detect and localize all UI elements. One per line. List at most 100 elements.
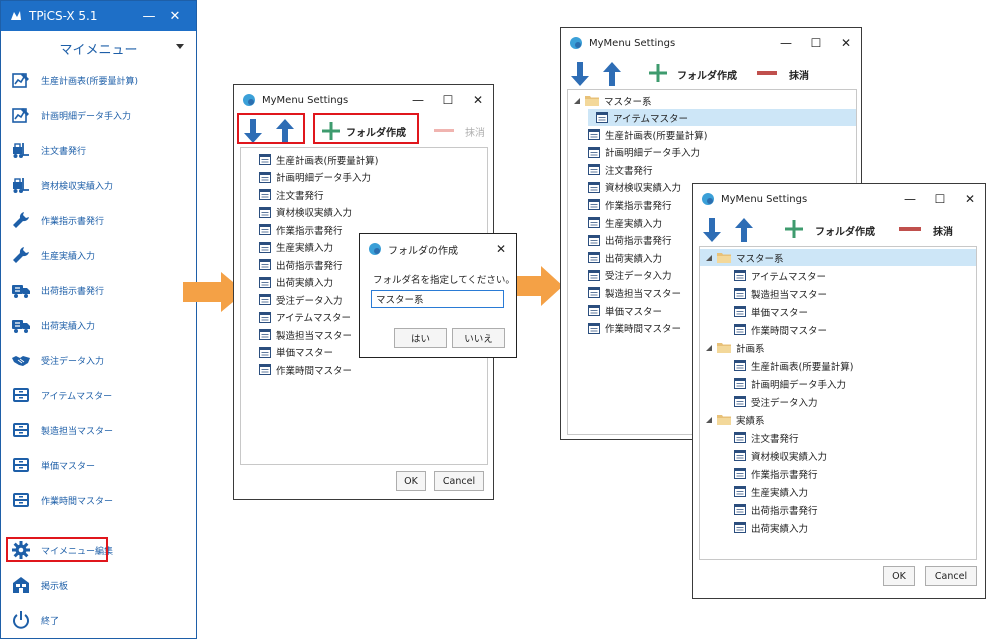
plus-icon[interactable] — [785, 220, 803, 238]
tree-item[interactable]: 出荷指示書発行 — [734, 501, 818, 518]
close-button[interactable]: ✕ — [955, 192, 985, 206]
tree-item[interactable]: 出荷実績入力 — [734, 519, 808, 536]
tree-item[interactable]: 受注データ入力 — [588, 267, 672, 284]
nav-item[interactable]: 受注データ入力 — [1, 345, 196, 375]
minus-icon[interactable] — [899, 227, 921, 231]
tree-item[interactable]: アイテムマスター — [734, 267, 826, 284]
cancel-button[interactable]: Cancel — [434, 471, 484, 491]
ok-button[interactable]: OK — [396, 471, 426, 491]
maximize-button[interactable]: ☐ — [925, 192, 955, 206]
tree-item[interactable]: 作業指示書発行 — [588, 196, 672, 213]
nav-item[interactable]: 終了 — [1, 605, 196, 635]
delete-button[interactable]: 抹消 — [933, 223, 953, 238]
cancel-button[interactable]: Cancel — [925, 566, 977, 586]
close-button[interactable]: ✕ — [463, 93, 493, 107]
move-up-icon[interactable] — [603, 62, 621, 86]
move-down-icon[interactable] — [703, 218, 721, 242]
tree-folder[interactable]: 実績系 — [704, 411, 765, 428]
tree-item[interactable]: 製造担当マスター — [588, 284, 681, 301]
expand-arrow-icon[interactable] — [704, 343, 713, 352]
tree-item[interactable]: 単価マスター — [588, 302, 662, 319]
nav-item[interactable]: 出荷実績入力 — [1, 310, 196, 340]
delete-button[interactable]: 抹消 — [789, 67, 809, 82]
folder-name-input[interactable]: マスター系 — [371, 290, 504, 308]
yes-button[interactable]: はい — [394, 328, 447, 348]
tree-item[interactable]: 出荷指示書発行 — [259, 256, 343, 273]
tree-folder[interactable]: マスター系 — [572, 92, 652, 109]
nav-item[interactable]: 計画明細データ手入力 — [1, 100, 196, 130]
forklift-icon — [13, 178, 29, 193]
nav-item[interactable]: 単価マスター — [1, 450, 196, 480]
tree-item[interactable]: 生産計画表(所要量計算) — [259, 151, 378, 168]
tree-item[interactable]: 生産実績入力 — [259, 239, 333, 256]
tree-item[interactable]: 作業指示書発行 — [259, 221, 343, 238]
tree-item-label: 資材検収実績入力 — [276, 208, 353, 219]
minimize-button[interactable]: — — [136, 9, 162, 24]
create-folder-button[interactable]: フォルダ作成 — [677, 67, 737, 82]
tree-item[interactable]: 注文書発行 — [734, 429, 799, 446]
tree-item[interactable]: 生産実績入力 — [588, 214, 662, 231]
expand-arrow-icon[interactable] — [704, 415, 713, 424]
tree-item[interactable]: 生産計画表(所要量計算) — [588, 126, 707, 143]
tree-item[interactable]: 作業時間マスター — [588, 320, 681, 337]
nav-item[interactable]: 出荷指示書発行 — [1, 275, 196, 305]
tree-item[interactable]: 単価マスター — [259, 344, 333, 361]
move-up-icon[interactable] — [735, 218, 753, 242]
tree-item[interactable]: 出荷実績入力 — [259, 274, 333, 291]
tree-item[interactable]: 計画明細データ手入力 — [734, 375, 846, 392]
tree-item[interactable]: 製造担当マスター — [734, 285, 827, 302]
nav-item[interactable]: 作業時間マスター — [1, 485, 196, 515]
plus-icon[interactable] — [649, 64, 667, 82]
delete-button[interactable]: 抹消 — [465, 124, 485, 139]
tree-item[interactable]: 受注データ入力 — [734, 393, 818, 410]
nav-item[interactable]: 作業指示書発行 — [1, 205, 196, 235]
tree-folder[interactable]: 計画系 — [704, 339, 765, 356]
minimize-button[interactable]: — — [403, 93, 433, 107]
close-button[interactable]: ✕ — [831, 36, 861, 50]
expand-arrow-icon[interactable] — [572, 96, 581, 105]
create-folder-button[interactable]: フォルダ作成 — [815, 223, 875, 238]
mymenu-header[interactable]: マイメニュー — [1, 31, 196, 65]
tree-item[interactable]: 作業時間マスター — [259, 361, 352, 378]
tree-item[interactable]: 注文書発行 — [588, 161, 653, 178]
tree-item[interactable]: 資材検収実績入力 — [588, 179, 681, 196]
nav-item[interactable]: 製造担当マスター — [1, 415, 196, 445]
nav-item[interactable]: 生産実績入力 — [1, 240, 196, 270]
no-button[interactable]: いいえ — [452, 328, 505, 348]
minimize-button[interactable]: — — [771, 36, 801, 50]
tree-item[interactable]: 生産計画表(所要量計算) — [734, 357, 853, 374]
tree-item[interactable]: 生産実績入力 — [734, 483, 808, 500]
nav-item[interactable]: 資材検収実績入力 — [1, 170, 196, 200]
tree-item[interactable]: 単価マスター — [734, 303, 808, 320]
nav-item[interactable]: アイテムマスター — [1, 380, 196, 410]
tree-item[interactable]: 資材検収実績入力 — [734, 447, 827, 464]
app-title: TPiCS-X 5.1 — [29, 9, 98, 23]
nav-item[interactable]: 掲示板 — [1, 570, 196, 600]
tree-item[interactable]: 受注データ入力 — [259, 291, 343, 308]
tree-item[interactable]: 出荷実績入力 — [588, 249, 662, 266]
tree-item[interactable]: 資材検収実績入力 — [259, 204, 352, 221]
maximize-button[interactable]: ☐ — [433, 93, 463, 107]
tree-item[interactable]: 計画明細データ手入力 — [259, 169, 371, 186]
minus-icon[interactable] — [757, 71, 777, 75]
nav-item[interactable]: 生産計画表(所要量計算) — [1, 65, 196, 95]
tree-item[interactable]: 作業指示書発行 — [734, 465, 818, 482]
minus-icon[interactable] — [434, 129, 454, 132]
move-down-icon[interactable] — [571, 62, 589, 86]
tree-item[interactable]: 製造担当マスター — [259, 326, 352, 343]
minimize-button[interactable]: — — [895, 192, 925, 206]
tree-item[interactable]: 注文書発行 — [259, 186, 324, 203]
tree-folder[interactable]: マスター系 — [700, 249, 976, 266]
tree-item[interactable]: 作業時間マスター — [734, 321, 827, 338]
expand-arrow-icon[interactable] — [704, 253, 713, 262]
tree-item[interactable]: アイテムマスター — [259, 309, 351, 326]
tree-item[interactable]: 計画明細データ手入力 — [588, 144, 700, 161]
ok-button[interactable]: OK — [883, 566, 915, 586]
close-button[interactable]: ✕ — [486, 242, 516, 256]
nav-item[interactable]: 注文書発行 — [1, 135, 196, 165]
close-button[interactable]: ✕ — [162, 9, 188, 24]
menu-tree[interactable]: マスター系 アイテムマスター 製造担当マスター 単価マスター 作業時間マスター 計画系 生産… — [699, 246, 977, 560]
tree-item-selected[interactable]: アイテムマスター — [588, 109, 856, 126]
tree-item[interactable]: 出荷指示書発行 — [588, 232, 672, 249]
maximize-button[interactable]: ☐ — [801, 36, 831, 50]
